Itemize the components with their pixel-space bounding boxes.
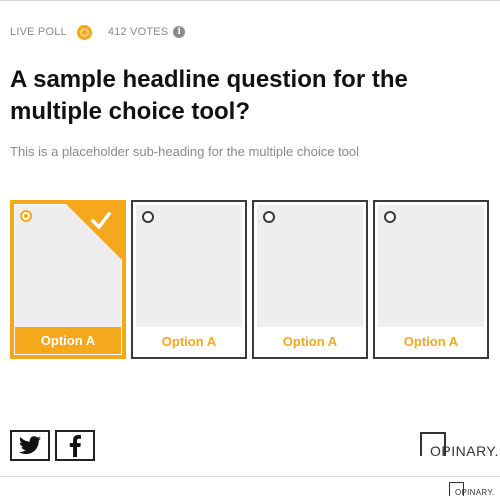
option-image-placeholder — [136, 205, 242, 327]
facebook-icon — [69, 434, 81, 457]
vote-count: 412 VOTES — [107, 26, 169, 38]
checkmark-icon — [90, 211, 112, 230]
poll-meta: LIVE POLL 412 VOTES i — [10, 24, 186, 40]
radio-button[interactable] — [142, 211, 154, 223]
info-icon[interactable]: i — [173, 26, 186, 38]
option-label: Option A — [15, 327, 121, 354]
option-label: Option A — [375, 327, 487, 357]
poll-options: Option A Option A Option A Option A — [10, 200, 490, 359]
option-label: Option A — [254, 327, 366, 357]
option-card-3[interactable]: Option A — [252, 200, 368, 359]
option-card-4[interactable]: Option A — [373, 200, 489, 359]
poll-headline: A sample headline question for the multi… — [10, 66, 408, 125]
option-card-1[interactable]: Option A — [10, 200, 126, 359]
twitter-share-button[interactable] — [10, 430, 50, 461]
option-label: Option A — [133, 327, 245, 357]
twitter-icon — [19, 435, 41, 454]
poll-subheading: This is a placeholder sub-heading for th… — [10, 144, 360, 159]
radio-button[interactable] — [384, 211, 396, 223]
facebook-share-button[interactable] — [55, 430, 95, 461]
top-divider — [0, 0, 500, 1]
footer-opinary-logo[interactable]: OPINARY. — [449, 480, 494, 498]
footer-divider — [0, 476, 500, 477]
radio-button[interactable] — [20, 210, 32, 222]
live-indicator-icon — [76, 24, 92, 40]
live-poll-label: LIVE POLL — [10, 26, 67, 38]
radio-button[interactable] — [263, 211, 275, 223]
opinary-logo-mark — [420, 432, 446, 460]
footer-logo-mark — [449, 482, 465, 498]
option-image-placeholder — [378, 205, 484, 327]
opinary-logo[interactable]: OPINARY. — [420, 430, 499, 460]
option-image-placeholder — [257, 205, 363, 327]
option-card-2[interactable]: Option A — [131, 200, 247, 359]
